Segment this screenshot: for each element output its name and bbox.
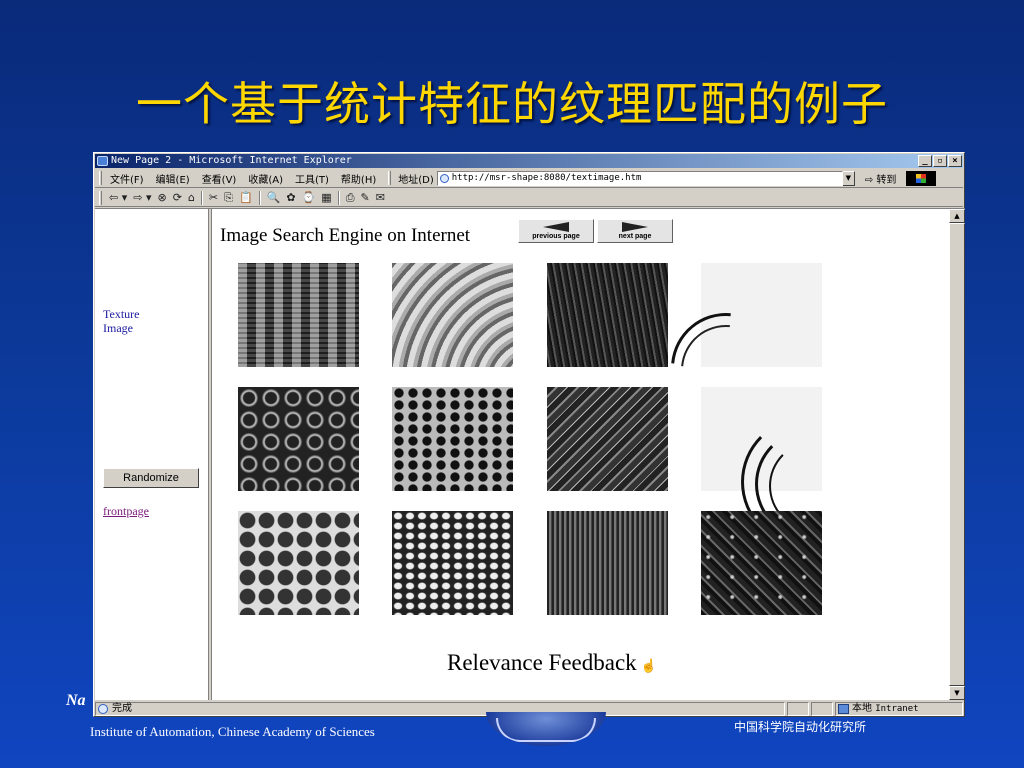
home-icon[interactable]: ⌂ [188,191,195,204]
address-input[interactable]: http://msr-shape:8080/textimage.htm [436,170,843,186]
paste-icon[interactable]: 📋 [239,191,253,204]
honeycomb-texture[interactable] [392,511,513,615]
menu-edit[interactable]: 编辑(E) [152,171,198,186]
white-curves-texture[interactable] [648,263,822,446]
toolbar-separator [200,190,203,205]
print-icon[interactable]: ⎙ [346,191,355,205]
menu-favorites[interactable]: 收藏(A) [244,171,291,186]
arrow-left-icon [543,222,569,232]
done-page-icon [98,703,108,714]
status-pane [787,701,809,716]
randomize-button[interactable]: Randomize [103,468,199,488]
copy-icon[interactable]: ⎘ [224,191,233,205]
ie-page-icon [97,156,108,166]
history-icon[interactable]: ⌚ [302,191,316,204]
next-page-button[interactable]: next page [597,219,673,243]
arrow-right-icon [622,222,648,232]
footer-institute-initial: Na [66,692,86,709]
frameset: Texture Image Randomize frontpage Image … [95,208,965,700]
minimize-button[interactable]: _ [918,155,932,167]
slide-title: 一个基于统计特征的纹理匹配的例子 [136,77,888,131]
go-button[interactable]: ⇨ 转到 [855,171,903,186]
scroll-up-icon[interactable]: ▲ [949,209,965,223]
close-button[interactable]: × [948,155,962,167]
address-value: http://msr-shape:8080/textimage.htm [451,172,642,183]
scrollbar-thumb[interactable] [949,223,965,686]
footer-institute-name: Institute of Automation, Chinese Academy… [90,724,375,739]
woven-texture[interactable] [238,263,359,367]
feedback-hand-icon[interactable]: ☝ [641,658,657,673]
toolbar-separator [258,190,261,205]
vertical-stripes-texture[interactable] [547,511,668,615]
relevance-feedback[interactable]: Relevance Feedback ☝ [447,650,657,676]
restore-button[interactable]: ▫ [933,155,947,167]
footer-institute-name-cn: 中国科学院自动化研究所 [734,720,867,734]
arc-streaks-texture[interactable] [701,387,822,547]
go-label: 转到 [876,174,897,186]
page-icon [439,173,449,183]
browser-window: New Page 2 - Microsoft Internet Explorer… [93,152,965,717]
wood-grain-texture[interactable] [392,263,513,367]
address-label: 地址(D) [398,174,434,186]
menu-bar: 文件(F) 编辑(E) 查看(V) 收藏(A) 工具(T) 帮助(H) 地址(D… [95,169,963,188]
media-icon[interactable]: ▦ [321,191,331,204]
frontpage-link[interactable]: frontpage [103,504,149,519]
window-title: New Page 2 - Microsoft Internet Explorer [111,155,352,166]
refresh-icon[interactable]: ⟳ [173,191,182,204]
cut-icon[interactable]: ✂ [209,191,218,204]
left-nav-frame: Texture Image Randomize frontpage [95,209,209,700]
foam-texture[interactable] [238,387,359,491]
toolbar-grip[interactable] [99,190,102,205]
search-icon[interactable]: 🔍 [267,191,281,204]
forward-button[interactable]: ⇨ ▾ [133,191,151,204]
marble-texture[interactable] [547,387,668,491]
menubar-grip[interactable] [99,171,102,185]
address-grip[interactable] [388,171,392,185]
main-content-frame: Image Search Engine on Internet previous… [212,209,949,700]
menu-view[interactable]: 查看(V) [198,171,245,186]
previous-page-button[interactable]: previous page [518,219,594,243]
texture-image-link[interactable]: Texture Image [103,307,139,335]
menu-tools[interactable]: 工具(T) [291,171,337,186]
standard-toolbar: ⇦ ▾ ⇨ ▾ ⊗ ⟳ ⌂ ✂ ⎘ 📋 🔍 ✿ ⌚ ▦ ⎙ ✎ ✉ [95,189,963,207]
windows-logo-icon [906,170,937,186]
vertical-scrollbar[interactable]: ▲ ▼ [949,209,965,700]
menu-file[interactable]: 文件(F) [106,171,152,186]
security-zone[interactable]: 本地 Intranet [835,701,963,716]
intranet-zone-icon [838,703,849,714]
back-button[interactable]: ⇦ ▾ [109,191,127,204]
status-text: 完成 [95,701,785,716]
institute-logo [486,712,606,746]
stop-icon[interactable]: ⊗ [158,191,167,204]
circles-texture[interactable] [238,511,359,615]
status-pane [811,701,833,716]
window-titlebar[interactable]: New Page 2 - Microsoft Internet Explorer… [95,154,963,168]
toolbar-separator [337,190,340,205]
edit-icon[interactable]: ✎ [361,191,370,204]
menu-help[interactable]: 帮助(H) [337,171,384,186]
go-arrow-icon: ⇨ [864,174,874,186]
hexagon-mesh-texture[interactable] [392,387,513,491]
crumpled-texture[interactable] [701,511,822,615]
bark-texture[interactable] [547,263,668,367]
discuss-icon[interactable]: ✉ [376,191,385,204]
favorites-icon[interactable]: ✿ [286,191,295,204]
address-dropdown-icon[interactable]: ▼ [841,170,855,186]
page-title: Image Search Engine on Internet [220,225,471,246]
scroll-down-icon[interactable]: ▼ [949,686,965,700]
